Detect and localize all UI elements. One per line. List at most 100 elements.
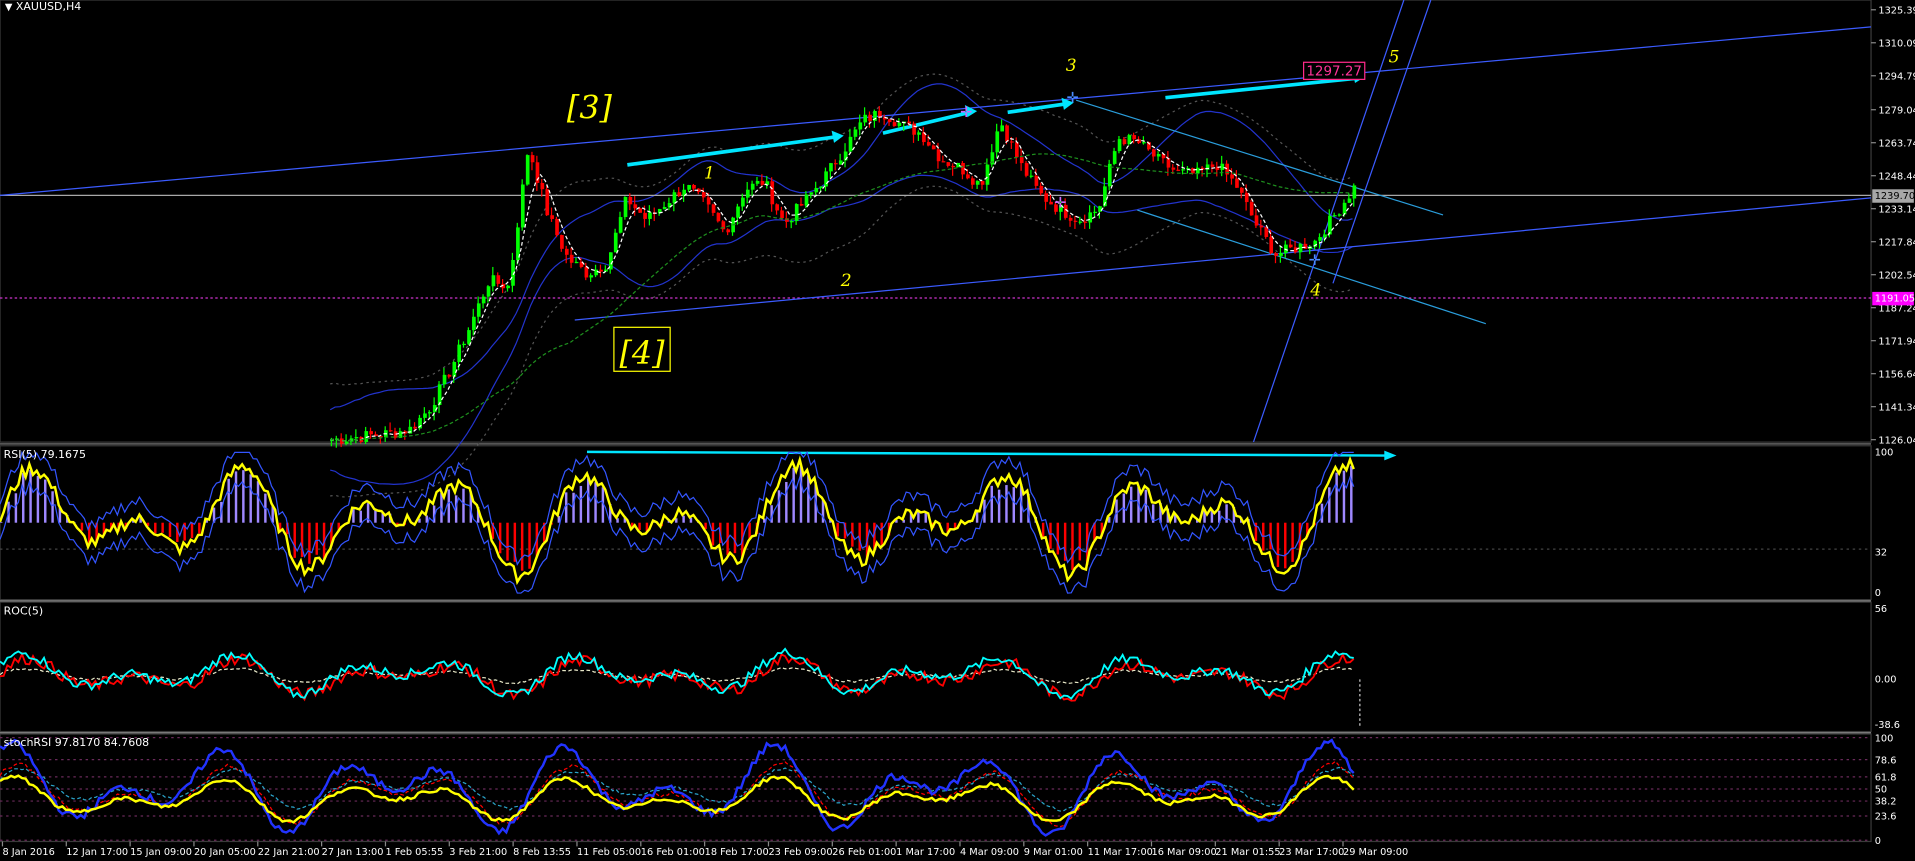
rsi-histogram-bar [799, 465, 803, 523]
channel-upper-line[interactable] [0, 26, 1872, 197]
candle-body [975, 180, 980, 185]
candle-body [550, 215, 554, 219]
wave-label: 4 [1309, 281, 1321, 301]
candle-body [574, 261, 579, 264]
rsi-panel [0, 450, 1872, 594]
candle-body [462, 343, 466, 346]
time-axis-label: 8 Jan 2016 [2, 847, 54, 858]
rsi-histogram-bar [1071, 522, 1074, 570]
candle-body [1249, 202, 1254, 216]
roc-axis-label: 0.00 [1875, 675, 1897, 686]
candle-body [760, 180, 765, 185]
rsi-histogram-bar [315, 522, 318, 555]
stoch-axis-label: 61.8 [1875, 773, 1897, 784]
candle-body [1259, 225, 1264, 228]
rsi-histogram-bar [528, 522, 531, 569]
candle-body [1117, 139, 1122, 152]
roc-axis-label: -38.6 [1875, 720, 1900, 731]
candle-body [1151, 149, 1156, 157]
candle-body [520, 184, 525, 228]
candle-body [1176, 169, 1181, 171]
time-axis-label: 11 Feb 05:00 [577, 847, 641, 858]
candle-body [1166, 158, 1171, 168]
candle-body [1098, 206, 1102, 212]
time-axis-label: 1 Mar 17:00 [896, 847, 955, 858]
candle-body [472, 316, 476, 331]
chevron-down-icon[interactable]: ▼ [5, 2, 13, 13]
candle-body [540, 182, 545, 190]
candle-body [530, 155, 535, 163]
rsi-histogram-bar [0, 521, 3, 523]
candle-body [1195, 167, 1200, 174]
rsi-histogram-bar [190, 522, 194, 539]
candle-body [824, 171, 828, 187]
stoch-axis: 100 78.6 61.85038.2 23.6 0 [1875, 733, 1897, 847]
stoch-panel [0, 737, 1872, 841]
candle-body [1112, 151, 1117, 164]
candle-body [736, 206, 740, 218]
candle-body [442, 374, 447, 385]
candle-body [706, 197, 711, 205]
stoch-axis-label: 23.6 [1875, 812, 1897, 823]
candle-body [437, 384, 442, 405]
candle-body [755, 180, 760, 184]
fractal-down-marker: ✛ [1054, 195, 1066, 212]
candle-body [1274, 253, 1278, 256]
rsi-histogram-bar [682, 515, 685, 523]
rsi-histogram-bar [586, 478, 590, 523]
rsi-histogram-bar [1012, 487, 1016, 523]
candle-body [799, 204, 804, 206]
rsi-trend-arrow-head [1384, 450, 1397, 461]
time-axis-label: 8 Feb 13:55 [513, 847, 571, 858]
candle-body [354, 436, 359, 439]
time-axis-label: 20 Jan 05:00 [194, 847, 256, 858]
rsi-histogram-bar [807, 475, 810, 523]
rsi-histogram-bar [564, 492, 568, 523]
trend-arrow [627, 134, 837, 167]
rsi-histogram-bar [638, 522, 641, 531]
candle-body [423, 413, 427, 418]
candle-body [662, 206, 667, 210]
candle-body [863, 114, 868, 123]
time-axis-label: 21 Mar 01:55 [1215, 847, 1280, 858]
rsi-histogram-bar [792, 467, 795, 523]
trend-arrows [586, 70, 1397, 461]
candle-body [599, 269, 603, 272]
descending-upper-line[interactable] [1075, 99, 1444, 216]
chart-canvas[interactable]: ✛ ✛ ✛ ✛ [3] [4] 1 2 3 4 5 1297.27 ▼ XAUU… [0, 0, 1915, 861]
rsi-histogram-bar [29, 469, 32, 523]
rsi-histogram-bar [1056, 522, 1060, 555]
candle-body [1049, 201, 1053, 205]
rsi-histogram-bar [374, 510, 377, 523]
candle-body [1342, 202, 1347, 215]
rsi-histogram-bar [1041, 522, 1045, 537]
rsi-histogram-bar [227, 478, 230, 523]
price-axis-label: 1217.84 [1878, 237, 1915, 248]
wave-label: [4] [620, 336, 666, 372]
band-lower-line [330, 174, 1353, 485]
rsi-histogram-bar [256, 481, 260, 523]
candle-body [711, 204, 716, 213]
rsi-histogram-bar [1284, 522, 1287, 569]
rsi-histogram-bar [1078, 522, 1082, 561]
target-price-label: 1297.27 [1306, 65, 1362, 80]
band-outer-line [330, 185, 1353, 498]
candle-body [750, 183, 755, 190]
candle-body [1005, 125, 1009, 142]
candle-body [1254, 215, 1259, 226]
candle-body [1332, 215, 1337, 217]
candle-body [819, 186, 824, 188]
rsi-histogram-bar [80, 522, 84, 531]
candle-body [428, 412, 432, 414]
rsi-histogram-bar [234, 471, 238, 523]
rsi-title: RSI(5) 79.1675 [4, 448, 86, 461]
candle-body [789, 221, 794, 223]
time-axis-label: 16 Mar 09:00 [1151, 847, 1216, 858]
price-axis-label: 1171.94 [1878, 336, 1915, 347]
candle-body [834, 163, 838, 165]
rsi-histogram-bar [975, 511, 979, 523]
candle-body [564, 248, 569, 255]
candle-body [780, 210, 784, 219]
candle-body [638, 208, 643, 213]
candle-body [628, 196, 633, 205]
